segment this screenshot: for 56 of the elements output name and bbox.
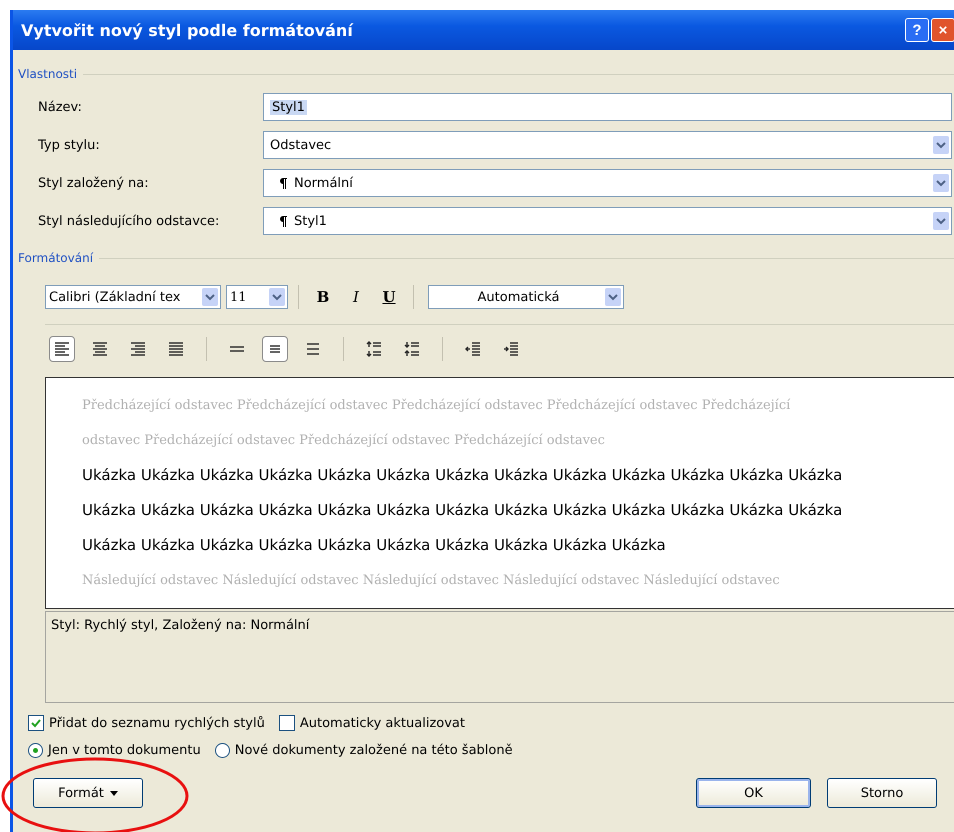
preview-text: Ukázka Ukázka Ukázka Ukázka Ukázka Ukázka Ukázka Ukázka Ukázka Ukázka Ukázka Ukázka Ukázka: [82, 465, 844, 486]
window-title: Vytvořit nový styl podle formátování: [21, 20, 354, 40]
radio-button[interactable]: [214, 743, 230, 758]
close-button[interactable]: ×: [931, 18, 954, 42]
cancel-button[interactable]: Storno: [827, 778, 937, 808]
preview-text: odstavec Předcházející odstavec Předcházející odstavec Předcházející odstavec: [82, 432, 606, 450]
field-value: Normální: [294, 176, 354, 190]
name-field[interactable]: Styl1: [263, 93, 952, 121]
field-label: Název:: [38, 100, 83, 114]
space-decrease-icon: [403, 340, 421, 358]
indent-increase-icon: [502, 340, 520, 358]
field-label: Styl založený na:: [38, 176, 150, 190]
checkbox[interactable]: [278, 715, 295, 731]
style-dropdown[interactable]: Normální: [263, 169, 952, 197]
caret-icon: [110, 790, 118, 796]
pilcrow-icon: [278, 177, 288, 189]
preview-text: Ukázka Ukázka Ukázka Ukázka Ukázka Ukázka Ukázka Ukázka Ukázka Ukázka: [82, 535, 667, 556]
preview-text: Ukázka Ukázka Ukázka Ukázka Ukázka Ukázka Ukázka Ukázka Ukázka Ukázka Ukázka Ukázka Ukázka: [82, 500, 844, 521]
field-value: Styl1: [270, 100, 307, 114]
section-legend: Vlastnosti: [18, 67, 78, 81]
checkbox-label: Přidat do seznamu rychlých stylů: [49, 716, 265, 730]
pilcrow-icon: [278, 215, 288, 227]
field-value: Odstavec: [270, 138, 332, 152]
align-center-icon: [91, 340, 109, 358]
field-label: Styl následujícího odstavce:: [38, 214, 220, 228]
help-button[interactable]: ?: [905, 18, 929, 42]
style-dropdown[interactable]: Styl1: [263, 207, 952, 235]
radio-label: Nové dokumenty založené na této šabloně: [234, 743, 513, 758]
ok-button[interactable]: OK: [696, 778, 811, 808]
section-legend: Formátování: [18, 251, 94, 265]
align-right-icon: [129, 340, 147, 358]
align-left-button[interactable]: [49, 336, 75, 362]
checkbox-label: Automaticky aktualizovat: [300, 716, 465, 730]
style-dropdown[interactable]: Odstavec: [263, 131, 952, 159]
preview-text: Předcházející odstavec Předcházející odstavec Předcházející odstavec Předcházející odstavec Předcházející: [82, 397, 792, 415]
font-dropdown[interactable]: Calibri (Základní tex: [45, 285, 221, 309]
preview-text: Následující odstavec Následující odstavec Následující odstavec Následující odstavec Následující odstavec: [82, 572, 781, 590]
radio-label: Jen v tomto dokumentu: [48, 743, 201, 758]
spacing-single-icon: [228, 346, 246, 352]
space-increase-icon: [365, 340, 383, 358]
format-button[interactable]: Formát: [33, 778, 143, 808]
bold-button[interactable]: B: [309, 285, 337, 309]
checkmark-icon: [30, 717, 42, 729]
underline-button[interactable]: U: [375, 285, 403, 309]
align-left-icon: [53, 340, 71, 358]
description-text: Styl: Rychlý styl, Založený na: Normální: [51, 618, 310, 633]
field-value: Styl1: [294, 214, 328, 228]
justify-icon: [167, 340, 185, 358]
italic-button[interactable]: I: [342, 285, 370, 309]
radio-button[interactable]: [28, 743, 43, 758]
color-dropdown[interactable]: Automatická: [428, 285, 624, 309]
field-label: Typ stylu:: [38, 138, 101, 152]
spacing-1-5-button[interactable]: [262, 336, 288, 362]
indent-decrease-icon: [464, 340, 482, 358]
size-dropdown[interactable]: 11: [226, 285, 288, 309]
checkbox[interactable]: [28, 715, 44, 731]
